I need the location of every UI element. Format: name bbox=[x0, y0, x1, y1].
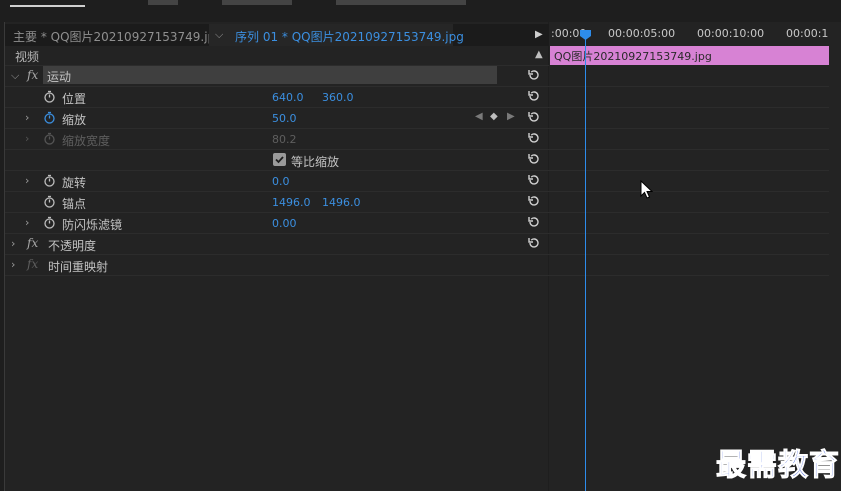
chevron-right-icon[interactable]: › bbox=[25, 216, 29, 229]
watermark-text: 最需教育 bbox=[716, 448, 840, 484]
scale-width-value: 80.2 bbox=[272, 133, 297, 146]
prev-keyframe-icon[interactable]: ◀ bbox=[475, 111, 483, 122]
anchor-x-value[interactable]: 1496.0 bbox=[272, 196, 311, 209]
chevron-right-icon[interactable]: › bbox=[11, 237, 15, 250]
timeline-track-row bbox=[549, 108, 829, 129]
param-label: 旋转 bbox=[62, 176, 87, 190]
param-label: 防闪烁滤镜 bbox=[62, 218, 123, 232]
effect-row-opacity[interactable]: › fx 不透明度 bbox=[5, 234, 549, 255]
param-row-position: 位置 640.0 360.0 bbox=[5, 87, 549, 108]
param-label: 缩放宽度 bbox=[62, 134, 111, 148]
check-icon bbox=[275, 156, 284, 164]
param-label: 缩放 bbox=[62, 113, 87, 127]
chevron-right-icon[interactable]: › bbox=[25, 174, 29, 187]
ruler-tick-label: 00:00:05:00 bbox=[608, 27, 676, 40]
param-label: 锚点 bbox=[62, 197, 87, 211]
timeline-track-row bbox=[549, 171, 829, 192]
stopwatch-icon[interactable] bbox=[43, 174, 56, 187]
ruler-tick-label: 00:00:1 bbox=[786, 27, 829, 40]
param-row-anchor: 锚点 1496.0 1496.0 bbox=[5, 192, 549, 213]
tab-sequence[interactable]: ⌵ 序列 01 * QQ图片20210927153749.jpg bbox=[209, 24, 464, 46]
chevron-right-icon[interactable]: › bbox=[25, 111, 29, 124]
param-row-scale: › 缩放 50.0 ◀ ◆ ▶ bbox=[5, 108, 549, 129]
timeline-track-row bbox=[549, 213, 829, 234]
reset-icon[interactable] bbox=[527, 173, 541, 187]
chevron-right-icon: › bbox=[25, 132, 30, 145]
active-panel-indicator bbox=[10, 5, 85, 7]
timeline-track-row bbox=[549, 150, 829, 171]
chevron-down-icon[interactable]: ⌵ bbox=[11, 69, 19, 83]
ruler-tick-label: 00:00:10:00 bbox=[697, 27, 765, 40]
chevron-right-icon[interactable]: › bbox=[11, 258, 15, 271]
scroll-up-icon[interactable]: ▲ bbox=[535, 49, 543, 60]
reset-icon[interactable] bbox=[527, 215, 541, 229]
param-row-scale-width: › 缩放宽度 80.2 bbox=[5, 129, 549, 150]
stopwatch-icon[interactable] bbox=[43, 216, 56, 229]
panel-tabs: 主要 * QQ图片20210927153749.jpg ⌵ 序列 01 * QQ… bbox=[5, 24, 549, 46]
effect-row-time-remap[interactable]: › fx 时间重映射 bbox=[5, 255, 549, 276]
tab-master-clip[interactable]: 主要 * QQ图片20210927153749.jpg bbox=[13, 28, 223, 45]
panel-tab-stub[interactable] bbox=[222, 0, 292, 5]
stopwatch-active-icon[interactable] bbox=[43, 111, 56, 124]
timeline-track-row bbox=[549, 192, 829, 213]
stopwatch-icon[interactable] bbox=[43, 90, 56, 103]
fx-toggle-icon[interactable]: fx bbox=[27, 236, 38, 250]
play-icon[interactable]: ▶ bbox=[535, 29, 543, 40]
reset-icon[interactable] bbox=[527, 110, 541, 124]
uniform-scale-label: 等比缩放 bbox=[291, 155, 340, 169]
time-ruler[interactable]: :00:00 00:00:05:00 00:00:10:00 00:00:1 bbox=[549, 24, 841, 46]
param-row-anti-flicker: › 防闪烁滤镜 0.00 bbox=[5, 213, 549, 234]
fx-disabled-icon: fx bbox=[27, 257, 39, 271]
mouse-cursor-icon bbox=[640, 180, 654, 199]
effect-label: 时间重映射 bbox=[48, 260, 109, 274]
uniform-scale-checkbox[interactable] bbox=[273, 153, 286, 166]
panel-tab-stub[interactable] bbox=[148, 0, 178, 5]
top-bar bbox=[0, 0, 841, 22]
position-y-value[interactable]: 360.0 bbox=[322, 91, 354, 104]
anti-flicker-value[interactable]: 0.00 bbox=[272, 217, 297, 230]
timeline-panel: :00:00 00:00:05:00 00:00:10:00 00:00:1 Q… bbox=[549, 22, 841, 491]
param-label: 位置 bbox=[62, 92, 87, 106]
timeline-track-row bbox=[549, 255, 829, 276]
timeline-clip[interactable]: QQ图片20210927153749.jpg bbox=[550, 46, 829, 65]
reset-icon[interactable] bbox=[527, 194, 541, 208]
timeline-track-row bbox=[549, 87, 829, 108]
rotation-value[interactable]: 0.0 bbox=[272, 175, 290, 188]
position-x-value[interactable]: 640.0 bbox=[272, 91, 304, 104]
reset-icon[interactable] bbox=[527, 89, 541, 103]
chevron-down-icon[interactable]: ⌵ bbox=[215, 28, 223, 42]
param-row-uniform-scale: 等比缩放 bbox=[5, 150, 549, 171]
anchor-y-value[interactable]: 1496.0 bbox=[322, 196, 361, 209]
tab-sequence-label: 序列 01 * QQ图片20210927153749.jpg bbox=[235, 30, 464, 44]
reset-icon[interactable] bbox=[527, 131, 541, 145]
playhead-line[interactable] bbox=[585, 34, 586, 491]
panel-tab-stub[interactable] bbox=[336, 0, 466, 5]
timeline-track-row bbox=[549, 66, 829, 87]
next-keyframe-icon[interactable]: ▶ bbox=[507, 111, 515, 122]
stopwatch-icon[interactable] bbox=[43, 195, 56, 208]
video-section-title: 视频 bbox=[15, 50, 40, 64]
fx-toggle-icon[interactable]: fx bbox=[27, 68, 38, 82]
param-row-rotation: › 旋转 0.0 bbox=[5, 171, 549, 192]
reset-icon[interactable] bbox=[527, 68, 541, 82]
reset-icon[interactable] bbox=[527, 236, 541, 250]
stopwatch-icon bbox=[44, 132, 55, 145]
reset-icon[interactable] bbox=[527, 152, 541, 166]
effect-row-motion[interactable]: ⌵ fx 运动 bbox=[5, 66, 549, 87]
effect-label: 运动 bbox=[47, 70, 72, 84]
timeline-track-row bbox=[549, 234, 829, 255]
clip-name: QQ图片20210927153749.jpg bbox=[554, 50, 712, 63]
effect-label: 不透明度 bbox=[48, 239, 97, 253]
timeline-track-row bbox=[549, 129, 829, 150]
add-keyframe-icon[interactable]: ◆ bbox=[490, 111, 498, 122]
motion-highlight[interactable]: 运动 bbox=[43, 66, 497, 84]
effect-controls-panel: 主要 * QQ图片20210927153749.jpg ⌵ 序列 01 * QQ… bbox=[4, 22, 549, 491]
video-section-header: 视频 ▲ bbox=[5, 46, 549, 66]
scale-value[interactable]: 50.0 bbox=[272, 112, 297, 125]
